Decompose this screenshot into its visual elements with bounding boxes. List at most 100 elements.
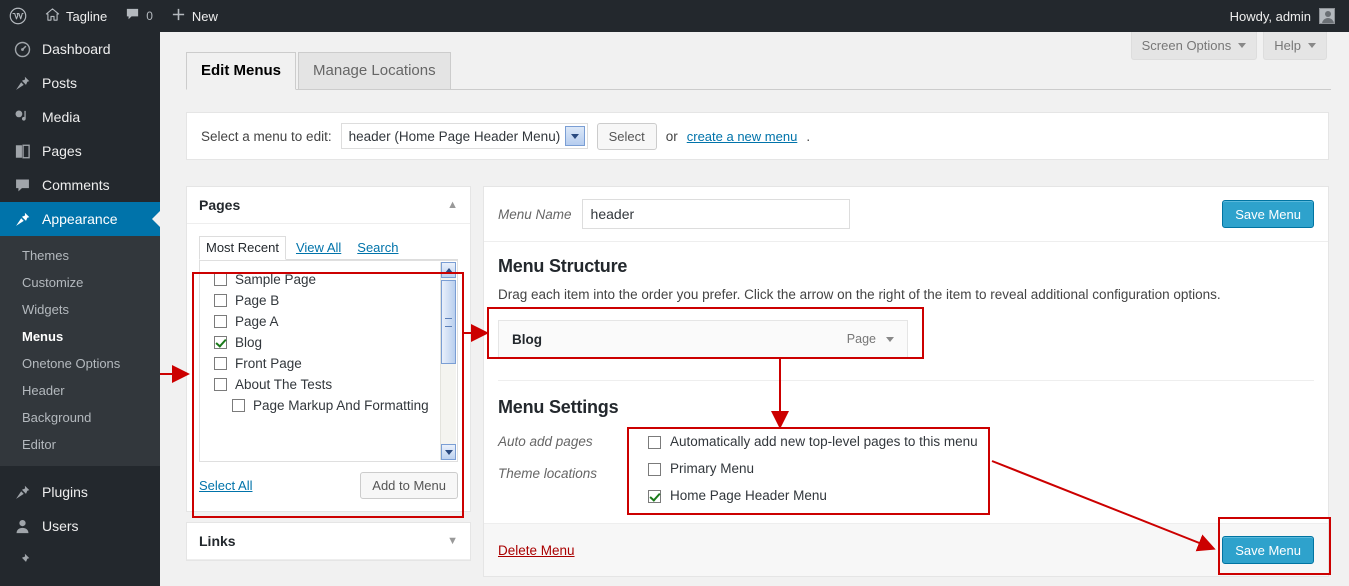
page-list-item[interactable]: Page A [214,311,451,332]
menu-settings-labels: Auto add pages Theme locations [498,428,648,509]
admin-sidebar-menu: Dashboard Posts Media Pages [0,32,160,586]
accordion-column: Pages ▲ Most Recent View All Search Samp… [186,186,471,571]
page-list-item[interactable]: Page Markup And Formatting [214,395,451,416]
sidebar-subitem-menus[interactable]: Menus [0,323,160,350]
sidebar-item-appearance[interactable]: Appearance [0,202,160,236]
primary-menu-checkbox[interactable] [648,463,661,476]
delete-menu-link[interactable]: Delete Menu [498,543,575,558]
wordpress-admin-screen: Tagline 0 New Howdy, admin Da [0,0,1349,586]
new-content-menu[interactable]: New [162,0,227,32]
or-label: or [666,129,678,144]
sidebar-subitem-widgets[interactable]: Widgets [0,296,160,323]
pages-list-actions: Select All Add to Menu [199,462,458,499]
page-checkbox[interactable] [214,315,227,328]
comment-bubble-icon [125,7,140,25]
sidebar-subitem-customize[interactable]: Customize [0,269,160,296]
page-checkbox[interactable] [214,294,227,307]
save-menu-button-bottom[interactable]: Save Menu [1222,536,1314,564]
auto-add-option-label: Automatically add new top-level pages to… [670,434,978,449]
links-postbox-header[interactable]: Links ▼ [187,523,470,560]
select-all-link[interactable]: Select All [199,478,252,493]
chevron-down-icon[interactable]: ▼ [447,535,458,547]
sidebar-item-dashboard[interactable]: Dashboard [0,32,160,66]
sidebar-subitem-themes[interactable]: Themes [0,242,160,269]
sidebar-subitem-header[interactable]: Header [0,377,160,404]
page-list-item[interactable]: About The Tests [214,374,451,395]
pages-tab-view-all[interactable]: View All [290,237,347,259]
sidebar-item-comments[interactable]: Comments [0,168,160,202]
chevron-down-icon[interactable] [886,337,894,342]
pages-postbox-header[interactable]: Pages ▲ [187,187,470,224]
howdy-label: Howdy, admin [1230,9,1311,24]
sidebar-subitem-onetone-options[interactable]: Onetone Options [0,350,160,377]
sidebar-subitem-editor[interactable]: Editor [0,431,160,458]
sidebar-item-partial[interactable] [0,543,160,577]
auto-add-checkbox[interactable] [648,436,661,449]
menu-item-title: Blog [512,332,542,347]
comments-bubble[interactable]: 0 [116,0,162,32]
tab-edit-menus[interactable]: Edit Menus [186,52,296,90]
pages-tab-search[interactable]: Search [351,237,404,259]
menu-structure-description: Drag each item into the order you prefer… [498,287,1314,302]
admin-bar: Tagline 0 New Howdy, admin [0,0,1349,32]
menu-item-blog[interactable]: Blog Page [498,320,908,358]
scrollbar-thumb[interactable] [441,280,456,364]
page-list-item[interactable]: Page B [214,290,451,311]
menu-select-dropdown[interactable]: header (Home Page Header Menu) [341,123,588,149]
page-checkbox[interactable] [232,399,245,412]
wordpress-logo-icon[interactable] [0,0,36,32]
scroll-down-icon[interactable] [441,444,456,460]
sidebar-item-users[interactable]: Users [0,509,160,543]
user-icon [12,516,32,536]
pages-tab-list: Most Recent View All Search [199,234,458,260]
menu-edit-footer: Delete Menu Save Menu [484,523,1328,576]
theme-location-home-header[interactable]: Home Page Header Menu [648,482,1314,509]
pin-icon [12,73,32,93]
page-list-item[interactable]: Sample Page [214,269,451,290]
scroll-up-icon[interactable] [441,262,456,278]
sidebar-item-posts[interactable]: Posts [0,66,160,100]
pages-tab-most-recent[interactable]: Most Recent [199,236,286,260]
sidebar-main-items: Dashboard Posts Media Pages [0,32,160,236]
sidebar-separator [0,466,160,475]
page-list-item[interactable]: Front Page [214,353,451,374]
page-list-item[interactable]: Blog [214,332,451,353]
home-page-header-menu-checkbox[interactable] [648,490,661,503]
avatar [1319,8,1335,24]
add-to-menu-button[interactable]: Add to Menu [360,472,458,499]
chevron-up-icon[interactable]: ▲ [447,199,458,211]
site-name-menu[interactable]: Tagline [36,0,116,32]
page-checkbox[interactable] [214,357,227,370]
auto-add-pages-option[interactable]: Automatically add new top-level pages to… [648,428,1314,455]
sidebar-item-label: Plugins [42,484,88,500]
select-button[interactable]: Select [597,123,657,150]
pages-list-scrollbar[interactable] [440,262,456,460]
sidebar-item-pages[interactable]: Pages [0,134,160,168]
my-account-menu[interactable]: Howdy, admin [1221,0,1349,32]
menu-name-row: Menu Name Save Menu [484,187,1328,242]
plug-icon [12,482,32,502]
sidebar-item-media[interactable]: Media [0,100,160,134]
page-checkbox[interactable] [214,336,227,349]
tab-manage-locations[interactable]: Manage Locations [298,52,451,89]
help-label: Help [1274,38,1301,53]
plus-icon [171,7,186,25]
sidebar-item-label: Comments [42,177,110,193]
pages-list-inner: Sample Page Page B Page A Blog [200,261,457,422]
sidebar-item-plugins[interactable]: Plugins [0,475,160,509]
page-checkbox[interactable] [214,378,227,391]
paintbrush-icon [12,209,32,229]
theme-location-primary[interactable]: Primary Menu [648,455,1314,482]
dashboard-icon [12,39,32,59]
menu-settings-title: Menu Settings [498,397,1314,418]
menu-select-wrapper: header (Home Page Header Menu) [341,123,588,149]
save-menu-button-top[interactable]: Save Menu [1222,200,1314,228]
menu-select-bar: Select a menu to edit: header (Home Page… [186,112,1329,160]
create-new-menu-link[interactable]: create a new menu [687,129,798,144]
sidebar-subitem-background[interactable]: Background [0,404,160,431]
page-checkbox[interactable] [214,273,227,286]
sidebar-item-label: Posts [42,75,77,91]
menu-name-input[interactable] [582,199,850,229]
auto-add-pages-label: Auto add pages [498,428,648,455]
site-name-label: Tagline [66,9,107,24]
